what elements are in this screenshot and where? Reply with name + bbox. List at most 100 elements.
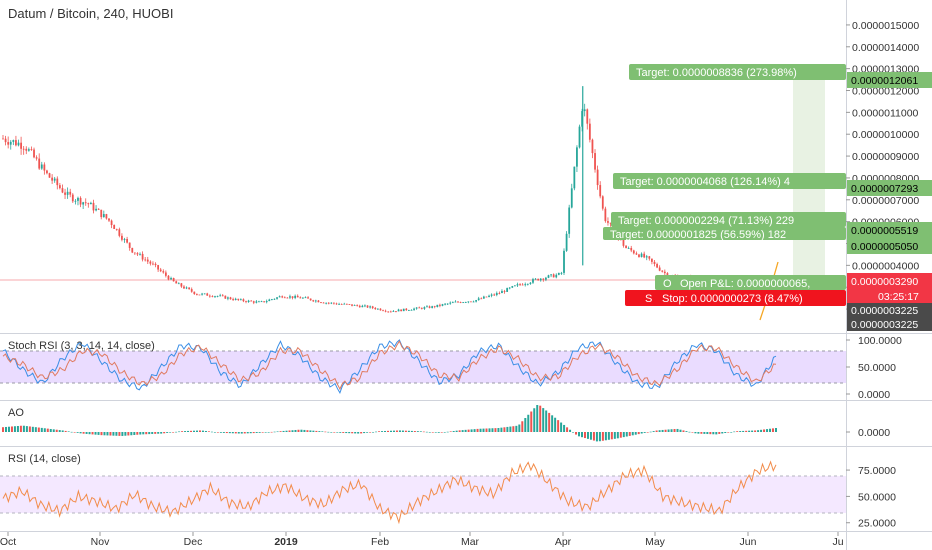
ao-bar <box>455 430 458 432</box>
target-label-3[interactable]: Target: 0.0000002294 (71.13%) 229 <box>611 212 846 227</box>
ao-bar <box>91 432 94 435</box>
ao-bar <box>267 432 270 433</box>
ao-bar <box>440 432 443 433</box>
ao-bar <box>595 432 598 442</box>
ao-bar <box>333 432 336 433</box>
ao-bar <box>473 429 476 432</box>
ao-bar <box>282 430 285 432</box>
ao-bar <box>398 430 401 432</box>
candle <box>485 296 488 298</box>
ao-bar <box>249 432 252 434</box>
price-tick-label: 0.0000014000 <box>852 42 919 54</box>
ao-bar <box>360 432 363 434</box>
ao-bar <box>640 432 643 434</box>
ao-bar <box>727 432 730 433</box>
open-marker: O <box>663 278 672 290</box>
ao-bar <box>37 427 40 432</box>
stop-text: Stop: 0.0000000273 (8.47%) <box>662 293 803 305</box>
ao-bar <box>655 430 658 432</box>
ao-bar <box>775 428 777 432</box>
ao-bar <box>500 427 503 432</box>
target-text-4: Target: 0.0000001825 (56.59%) 182 <box>610 229 786 241</box>
target-label-4[interactable]: Target: 0.0000001825 (56.59%) 182 <box>603 227 846 241</box>
ao-bar <box>264 432 267 433</box>
ao-bar <box>127 432 130 436</box>
ao-bar <box>31 426 34 432</box>
ao-bar <box>503 427 506 432</box>
price-tick-label: 0.0000010000 <box>852 129 919 141</box>
ao-bar <box>464 429 467 432</box>
ao-bar <box>413 431 416 432</box>
ao-bar <box>351 432 354 434</box>
ao-bar <box>219 432 222 433</box>
ao-bar <box>419 431 422 432</box>
ao-bar <box>712 432 715 435</box>
ao-bar <box>676 428 679 432</box>
ao-bar <box>736 431 739 432</box>
svg-text:0.0000003290: 0.0000003290 <box>851 276 918 288</box>
ao-bar <box>685 431 688 432</box>
ao-bar <box>22 425 25 432</box>
ao-bar <box>476 428 479 432</box>
time-tick-label: Jun <box>740 536 757 548</box>
price-tick-label: 0.0000009000 <box>852 151 919 163</box>
ao-bar <box>643 432 646 433</box>
ao-bar <box>243 432 246 434</box>
price-tick-label: 0.0000007000 <box>852 195 919 207</box>
ao-bar <box>742 430 745 432</box>
ao-bar <box>598 432 601 442</box>
ao-bar <box>569 429 572 432</box>
ao-bar <box>434 432 437 433</box>
ao-bar <box>583 432 586 439</box>
ao-bar <box>67 431 70 433</box>
open-label[interactable]: O Open P&L: 0.0000000065, <box>655 275 846 290</box>
ao-bar <box>422 431 425 433</box>
ao-bar <box>154 432 157 434</box>
open-text: Open P&L: 0.0000000065, <box>680 278 810 290</box>
ao-bar <box>721 432 724 434</box>
ao-bar <box>530 411 533 432</box>
ao-bar <box>363 432 366 434</box>
ao-bar <box>82 432 85 434</box>
ao-bar <box>142 432 145 435</box>
target-label-1[interactable]: Target: 0.0000008836 (273.98%) <box>629 64 846 80</box>
sub-tick-label: 50.0000 <box>858 491 896 503</box>
ao-bar <box>288 430 291 432</box>
ao-bar <box>2 427 4 432</box>
ao-title: AO <box>8 407 24 419</box>
ao-bar <box>178 431 181 433</box>
ao-bar <box>754 430 757 432</box>
ao-bar <box>252 432 255 434</box>
ao-bar <box>327 431 330 433</box>
stop-label[interactable]: S Stop: 0.0000000273 (8.47%) <box>625 290 846 306</box>
ao-bar <box>667 429 670 432</box>
svg-text:0.0000003225: 0.0000003225 <box>851 305 918 317</box>
ao-bar <box>551 415 554 432</box>
ao-bar <box>610 432 613 440</box>
ao-bar <box>470 429 473 432</box>
ao-bar <box>46 428 49 432</box>
ao-bar <box>336 432 339 433</box>
ao-bar <box>28 426 31 432</box>
sub-tick-label: 75.0000 <box>858 465 896 477</box>
ao-bar <box>673 428 676 432</box>
ao-pane[interactable] <box>0 401 846 446</box>
svg-text:0.0000005050: 0.0000005050 <box>851 241 918 253</box>
candle <box>198 294 201 296</box>
ao-bar <box>43 428 46 432</box>
candle <box>547 274 550 279</box>
ao-bar <box>428 432 431 433</box>
price-tick-label: 0.0000011000 <box>852 107 919 119</box>
ao-bar <box>485 428 488 432</box>
ao-bar <box>366 432 369 433</box>
ao-bar <box>554 417 557 432</box>
ao-bar <box>312 430 315 432</box>
target-label-2[interactable]: Target: 0.0000004068 (126.14%) 4 <box>613 173 846 189</box>
trading-chart[interactable]: 0.00000150000.00000140000.00000130000.00… <box>0 0 932 550</box>
ao-bar <box>769 428 772 432</box>
ao-bar <box>715 432 718 435</box>
ao-bar <box>488 428 491 432</box>
ao-bar <box>542 408 545 432</box>
chart-title: Datum / Bitcoin, 240, HUOBI <box>8 6 173 21</box>
ao-bar <box>270 431 273 433</box>
